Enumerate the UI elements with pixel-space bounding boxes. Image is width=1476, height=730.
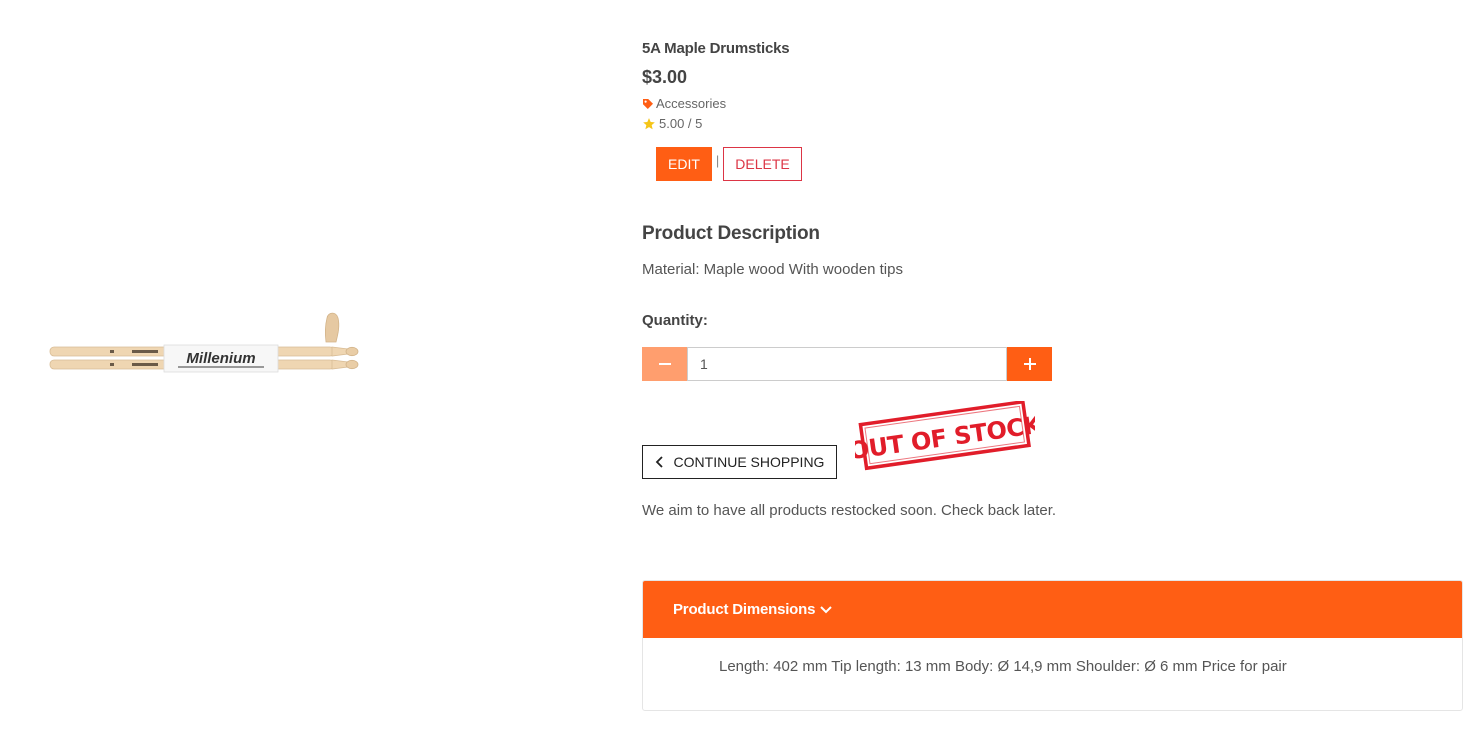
product-price: $3.00 [642,67,688,87]
product-dimensions-text: Length: 402 mm Tip length: 13 mm Body: Ø… [719,658,1287,675]
description-heading: Product Description [642,223,820,244]
continue-shopping-label: CONTINUE SHOPPING [673,454,825,470]
actions-separator: | [715,152,720,168]
chevron-left-icon [655,456,663,468]
quantity-increment-button[interactable] [1007,347,1052,381]
product-category[interactable]: Accessories [642,96,726,111]
product-dimensions-title: Product Dimensions [673,601,816,618]
rating-value: 5.00 / 5 [659,116,703,131]
drumstick-brand-text: Millenium [186,350,255,367]
quantity-decrement-button[interactable] [642,347,687,381]
star-icon [643,117,655,129]
quantity-input[interactable] [687,347,1007,381]
product-rating: 5.00 / 5 [642,116,702,131]
product-dimensions-panel: Product Dimensions Length: 402 mm Tip le… [642,580,1463,711]
drumstick-label-fineprint [178,366,264,368]
drumstick-bead-1 [345,346,359,357]
quantity-stepper [642,347,1052,381]
product-details: 5A Maple Drumsticks $3.00 Accessories 5.… [642,0,1464,730]
out-of-stock-stamp: OUT OF STOCK [855,401,1035,471]
category-label: Accessories [656,96,727,111]
product-image: Millenium [49,312,359,373]
admin-actions: EDIT | DELETE [656,147,802,181]
continue-shopping-button[interactable]: CONTINUE SHOPPING [642,445,837,479]
drumstick-bead-2 [345,359,359,370]
tag-icon [643,98,653,109]
restock-note: We aim to have all products restocked so… [642,502,1057,519]
drumstick-tip-upright [324,312,340,343]
minus-icon [658,363,671,365]
product-name: 5A Maple Drumsticks [642,40,790,57]
edit-button[interactable]: EDIT [656,147,712,181]
plus-icon [1023,358,1036,370]
description-text: Material: Maple wood With wooden tips [642,261,903,278]
delete-button[interactable]: DELETE [723,147,802,181]
chevron-down-icon [820,605,832,613]
product-dimensions-toggle[interactable]: Product Dimensions [643,581,1462,638]
quantity-label: Quantity: [642,312,708,329]
